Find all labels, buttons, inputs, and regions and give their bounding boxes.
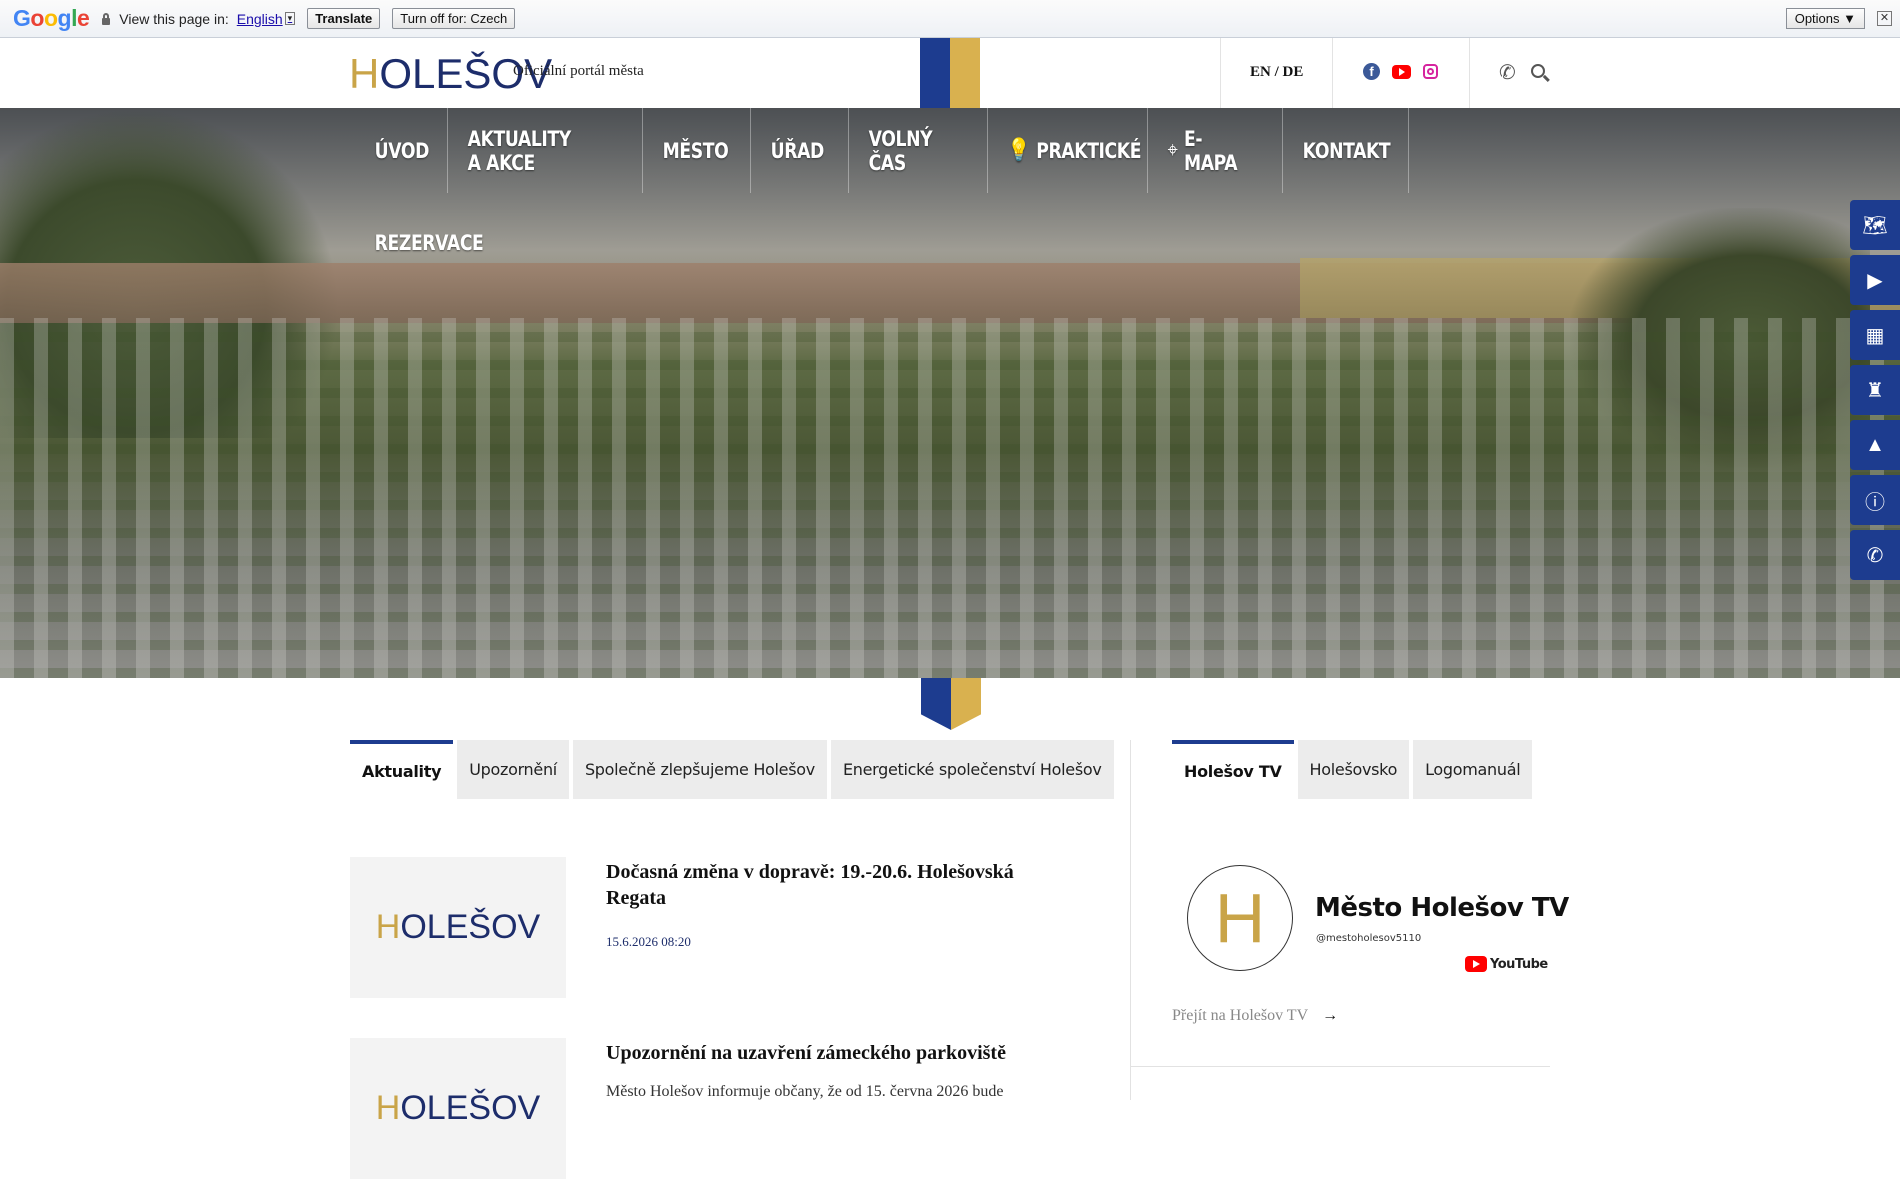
dropdown-icon: ▾ — [284, 12, 296, 25]
calendar-icon[interactable]: ▦ — [1850, 310, 1900, 360]
instagram-icon[interactable] — [1423, 64, 1438, 79]
nav-item-mesto[interactable]: Město — [643, 108, 748, 193]
options-button[interactable]: Options ▼ — [1785, 8, 1865, 29]
map-pin-icon: ⌖ — [1167, 138, 1178, 163]
tab-upozorneni[interactable]: Upozornění — [457, 740, 569, 799]
sidebar-divider — [1130, 1066, 1550, 1067]
map-icon[interactable]: 🗺 — [1850, 200, 1900, 250]
youtube-icon — [1465, 956, 1487, 972]
news-thumbnail[interactable]: HOLEŠOV — [350, 857, 566, 998]
nav-label: E-mapa — [1183, 126, 1238, 175]
nav-item-volny-cas[interactable]: Volný čas — [849, 108, 952, 193]
site-tagline: Oficiální portál města — [513, 63, 644, 79]
news-tabs: Aktuality Upozornění Společně zlepšujeme… — [350, 740, 1114, 799]
tv-link-label: Přejít na Holešov TV — [1172, 1007, 1309, 1024]
news-thumbnail[interactable]: HOLEŠOV — [350, 1038, 566, 1179]
nav-label: Praktické — [1036, 138, 1142, 163]
arrow-right-icon: → — [1322, 1007, 1339, 1024]
tab-aktuality[interactable]: Aktuality — [350, 740, 454, 799]
translate-bar: Google View this page in: English ▾ Trans… — [0, 0, 1900, 38]
nav-item-rezervace[interactable]: Rezervace — [355, 200, 503, 285]
news-date: 15.6.2026 08:20 — [606, 934, 691, 949]
nav-item-aktuality[interactable]: Aktuality a akce — [448, 108, 590, 193]
video-icon[interactable]: ▶ — [1850, 255, 1900, 305]
language-label: English — [236, 10, 283, 27]
language-select[interactable]: English ▾ — [236, 10, 296, 27]
lightbulb-icon: 💡 — [1007, 138, 1030, 163]
info-icon[interactable]: ⓘ — [1850, 475, 1900, 525]
logo-h: H — [349, 50, 380, 97]
header-divider — [1332, 38, 1333, 108]
castle-icon[interactable]: ♜ — [1850, 365, 1900, 415]
quick-links: 🗺 ▶ ▦ ♜ ▲ ⓘ ✆ — [1850, 200, 1900, 585]
tab-holesovsko[interactable]: Holešovsko — [1297, 740, 1410, 799]
youtube-logo[interactable]: YouTube — [1465, 956, 1548, 972]
nav-item-uvod[interactable]: Úvod — [355, 108, 449, 193]
side-tabs: Holešov TV Holešovsko Logomanuál — [1172, 740, 1533, 799]
thumb-logo: HOLEŠOV — [375, 908, 541, 946]
city-flag — [920, 38, 980, 108]
youtube-icon[interactable] — [1392, 65, 1411, 79]
turn-off-button[interactable]: Turn off for: Czech — [392, 8, 516, 29]
tv-monogram: H — [1214, 879, 1266, 957]
bell-icon[interactable]: ▲ — [1850, 420, 1900, 470]
thumb-logo: HOLEŠOV — [375, 1089, 541, 1127]
city-shield — [921, 678, 981, 730]
news-title[interactable]: Dočasná změna v dopravě: 19.-20.6. Holeš… — [606, 859, 1066, 911]
tv-handle: @mestoholesov5110 — [1316, 933, 1422, 944]
google-logo: Google — [13, 5, 90, 31]
tv-title: Město Holešov TV — [1315, 893, 1569, 923]
search-icon[interactable] — [1531, 64, 1545, 78]
tab-holesov-tv[interactable]: Holešov TV — [1172, 740, 1294, 799]
news-excerpt: Město Holešov informuje občany, že od 15… — [606, 1083, 1004, 1100]
phone-icon[interactable]: ✆ — [1499, 60, 1516, 85]
tv-link[interactable]: Přejít na Holešov TV → — [1172, 1007, 1338, 1025]
youtube-label: YouTube — [1490, 956, 1548, 972]
news-title[interactable]: Upozornění na uzavření zámeckého parkovi… — [606, 1040, 1066, 1066]
site-header: HOLEŠOV Oficiální portál města EN / DE f… — [0, 38, 1900, 108]
nav-item-kontakt[interactable]: Kontakt — [1283, 108, 1410, 193]
header-divider — [1469, 38, 1470, 108]
tab-logomanual[interactable]: Logomanuál — [1413, 740, 1533, 799]
tab-spolecne-zlepsujeme[interactable]: Společně zlepšujeme Holešov — [572, 740, 827, 799]
translate-button[interactable]: Translate — [307, 8, 381, 29]
nav-item-prakticke[interactable]: 💡 Praktické — [988, 108, 1161, 193]
phone-icon[interactable]: ✆ — [1850, 530, 1900, 580]
column-divider — [1130, 740, 1131, 1100]
tv-avatar[interactable]: H — [1187, 865, 1293, 971]
language-switch[interactable]: EN / DE — [1250, 64, 1303, 81]
close-icon[interactable]: ✕ — [1877, 11, 1892, 26]
lock-icon — [101, 12, 111, 25]
header-divider — [1220, 38, 1221, 108]
tab-energeticke-spolecenstvi[interactable]: Energetické společenství Holešov — [830, 740, 1114, 799]
facebook-icon[interactable]: f — [1363, 63, 1380, 80]
nav-item-urad[interactable]: Úřad — [751, 108, 844, 193]
hero-image — [0, 108, 1900, 678]
nav-item-emapa[interactable]: ⌖ E-mapa — [1148, 108, 1257, 193]
view-page-text: View this page in: — [119, 10, 229, 27]
